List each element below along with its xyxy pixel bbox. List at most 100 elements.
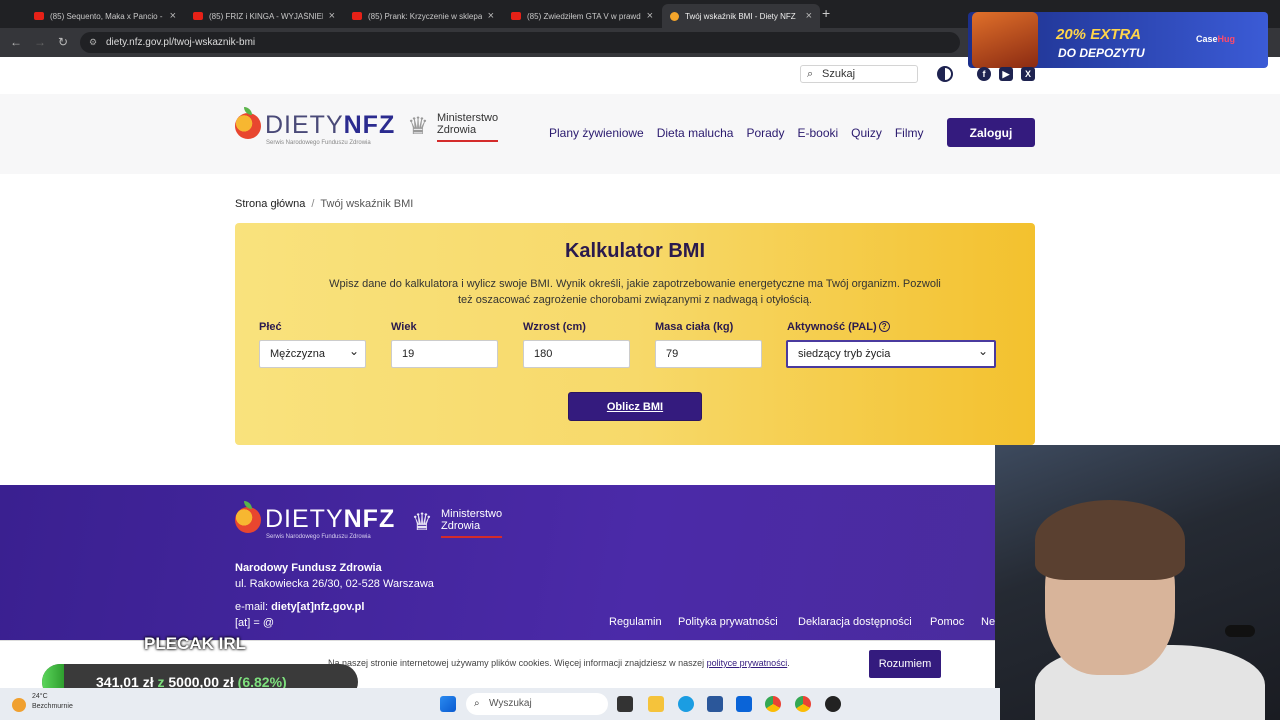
logo-word-b: NFZ	[343, 505, 396, 533]
site-info-icon[interactable]: ⚙	[89, 32, 97, 53]
taskbar-search-input[interactable]: ⌕ Wyszukaj	[466, 693, 608, 715]
browser-tab[interactable]: (85) FRIZ i KINGA - WYJAŚNIEN ×	[185, 4, 343, 28]
tab-title: Twój wskaźnik BMI - Diety NFZ	[685, 11, 796, 21]
sex-select[interactable]: Mężczyzna	[259, 338, 366, 368]
search-icon: ⌕	[807, 68, 814, 80]
breadcrumb: Strona główna / Twój wskaźnik BMI	[235, 198, 413, 210]
forward-icon[interactable]: →	[34, 35, 46, 49]
obs-icon[interactable]	[825, 696, 841, 712]
youtube-icon	[34, 12, 44, 20]
logo-word-a: DIETY	[265, 505, 344, 533]
youtube-icon	[511, 12, 521, 20]
nav-filmy[interactable]: Filmy	[895, 126, 924, 140]
footer-email-value[interactable]: diety[at]nfz.gov.pl	[271, 601, 364, 613]
weather-condition: Bezchmurnie	[32, 703, 73, 710]
help-icon[interactable]: ?	[878, 321, 890, 332]
nav-porady[interactable]: Porady	[746, 126, 784, 140]
close-icon[interactable]: ×	[806, 10, 812, 22]
webcam-overlay	[995, 445, 1280, 720]
search-placeholder: Szukaj	[822, 68, 856, 80]
footer-link-accessibility[interactable]: Deklaracja dostępności	[798, 616, 912, 628]
utility-bar: ⌕ Szukaj f ▶ X	[0, 58, 1280, 94]
browser-tab[interactable]: (85) Sequento, Maka x Pancio - ×	[26, 4, 184, 28]
weather-widget[interactable]: 24°C Bezchmurnie	[12, 692, 73, 712]
chrome-icon[interactable]	[795, 696, 811, 712]
chrome-icon[interactable]	[765, 696, 781, 712]
ministry-name: Ministerstwo Zdrowia	[441, 508, 503, 538]
overlay-title: PLECAK IRL	[144, 634, 246, 653]
streamer-hair	[1035, 500, 1185, 580]
youtube-icon[interactable]: ▶	[999, 67, 1013, 81]
browser-tab[interactable]: (85) Zwiedziłem GTA V w prawd ×	[503, 4, 661, 28]
age-input[interactable]: 19	[391, 340, 498, 368]
page-title: Kalkulator BMI	[564, 240, 706, 262]
bmi-calculator-card: Kalkulator BMI Wpisz dane do kalkulatora…	[235, 223, 1035, 445]
nav-dieta-malucha[interactable]: Dieta malucha	[657, 126, 734, 140]
contrast-toggle-icon[interactable]	[937, 66, 953, 82]
footer-address: ul. Rakowiecka 26/30, 02-528 Warszawa	[235, 578, 434, 590]
accept-cookies-button[interactable]: Rozumiem	[869, 650, 941, 678]
windows-taskbar: 24°C Bezchmurnie ⌕ Wyszukaj	[0, 688, 1000, 720]
weather-temp: 24°C	[32, 693, 48, 700]
activity-value: siedzący tryb życia	[798, 348, 891, 360]
browser-tab-active[interactable]: Twój wskaźnik BMI - Diety NFZ ×	[662, 4, 820, 28]
height-label: Wzrost (cm)	[523, 321, 586, 333]
ad-brand-b: Hug	[1217, 34, 1236, 44]
cookie-text: Na naszej stronie internetowej używamy p…	[328, 658, 790, 668]
task-view-icon[interactable]	[617, 696, 633, 712]
calculate-bmi-button[interactable]: Oblicz BMI	[568, 392, 702, 421]
cookie-privacy-link[interactable]: polityce prywatności	[707, 658, 788, 668]
tab-title: (85) Zwiedziłem GTA V w prawd	[527, 11, 641, 21]
footer-link-privacy[interactable]: Polityka prywatności	[678, 616, 778, 628]
ministry-logo[interactable]: ♛ Ministerstwo Zdrowia	[403, 111, 499, 143]
diety-nfz-logo[interactable]: DIETYNFZ Serwis Narodowego Funduszu Zdro…	[235, 106, 395, 146]
windows-start-icon[interactable]	[440, 696, 456, 712]
close-icon[interactable]: ×	[647, 10, 653, 22]
back-icon[interactable]: ←	[10, 35, 22, 49]
tab-title: (85) Sequento, Maka x Pancio -	[50, 11, 163, 21]
height-value: 180	[534, 348, 553, 360]
ministry-logo-footer[interactable]: ♛ Ministerstwo Zdrowia	[407, 507, 503, 539]
new-tab-icon[interactable]: +	[822, 5, 830, 21]
footer-at-note: [at] = @	[235, 617, 274, 629]
footer-link-more[interactable]: Ne	[981, 616, 995, 628]
logo-subtitle: Serwis Narodowego Funduszu Zdrowia	[266, 534, 371, 540]
ministry-line-2: Zdrowia	[437, 124, 477, 136]
url-text: diety.nfz.gov.pl/twoj-wskaznik-bmi	[106, 37, 256, 48]
reload-icon[interactable]: ↻	[58, 35, 68, 49]
weight-value: 79	[666, 348, 679, 360]
browser-tab[interactable]: (85) Prank: Krzyczenie w sklepa ×	[344, 4, 502, 28]
sex-label: Płeć	[259, 321, 282, 333]
weight-input[interactable]: 79	[655, 340, 762, 368]
activity-select[interactable]: siedzący tryb życia	[786, 339, 996, 368]
store-icon[interactable]	[707, 696, 723, 712]
activity-label: Aktywność (PAL)?	[787, 321, 890, 333]
close-icon[interactable]: ×	[329, 10, 335, 22]
footer-link-help[interactable]: Pomoc	[930, 616, 964, 628]
breadcrumb-home[interactable]: Strona główna	[235, 198, 305, 210]
file-explorer-icon[interactable]	[648, 696, 664, 712]
x-twitter-icon[interactable]: X	[1021, 67, 1035, 81]
login-button[interactable]: Zaloguj	[947, 118, 1035, 147]
height-input[interactable]: 180	[523, 340, 630, 368]
search-input[interactable]: ⌕ Szukaj	[800, 65, 918, 83]
close-icon[interactable]: ×	[488, 10, 494, 22]
edge-icon[interactable]	[678, 696, 694, 712]
sex-value: Mężczyzna	[270, 348, 326, 360]
close-icon[interactable]: ×	[170, 10, 176, 22]
footer-link-regulamin[interactable]: Regulamin	[609, 616, 662, 628]
nav-plany[interactable]: Plany żywieniowe	[549, 126, 644, 140]
breadcrumb-separator: /	[311, 198, 315, 210]
breadcrumb-current: Twój wskaźnik BMI	[320, 198, 414, 210]
diety-nfz-logo-footer[interactable]: DIETYNFZ Serwis Narodowego Funduszu Zdro…	[235, 500, 396, 540]
eagle-emblem-icon: ♛	[407, 113, 429, 140]
facebook-icon[interactable]: f	[977, 67, 991, 81]
cookie-end: .	[787, 658, 790, 668]
nav-ebooki[interactable]: E-booki	[797, 126, 838, 140]
logo-wordmark: DIETYNFZ	[265, 111, 395, 140]
outlook-icon[interactable]	[736, 696, 752, 712]
ministry-line-1: Ministerstwo	[437, 112, 499, 124]
bmi-description: Wpisz dane do kalkulatora i wylicz swoje…	[329, 278, 941, 306]
nav-quizy[interactable]: Quizy	[851, 126, 882, 140]
url-input[interactable]: ⚙ diety.nfz.gov.pl/twoj-wskaznik-bmi	[80, 32, 960, 53]
